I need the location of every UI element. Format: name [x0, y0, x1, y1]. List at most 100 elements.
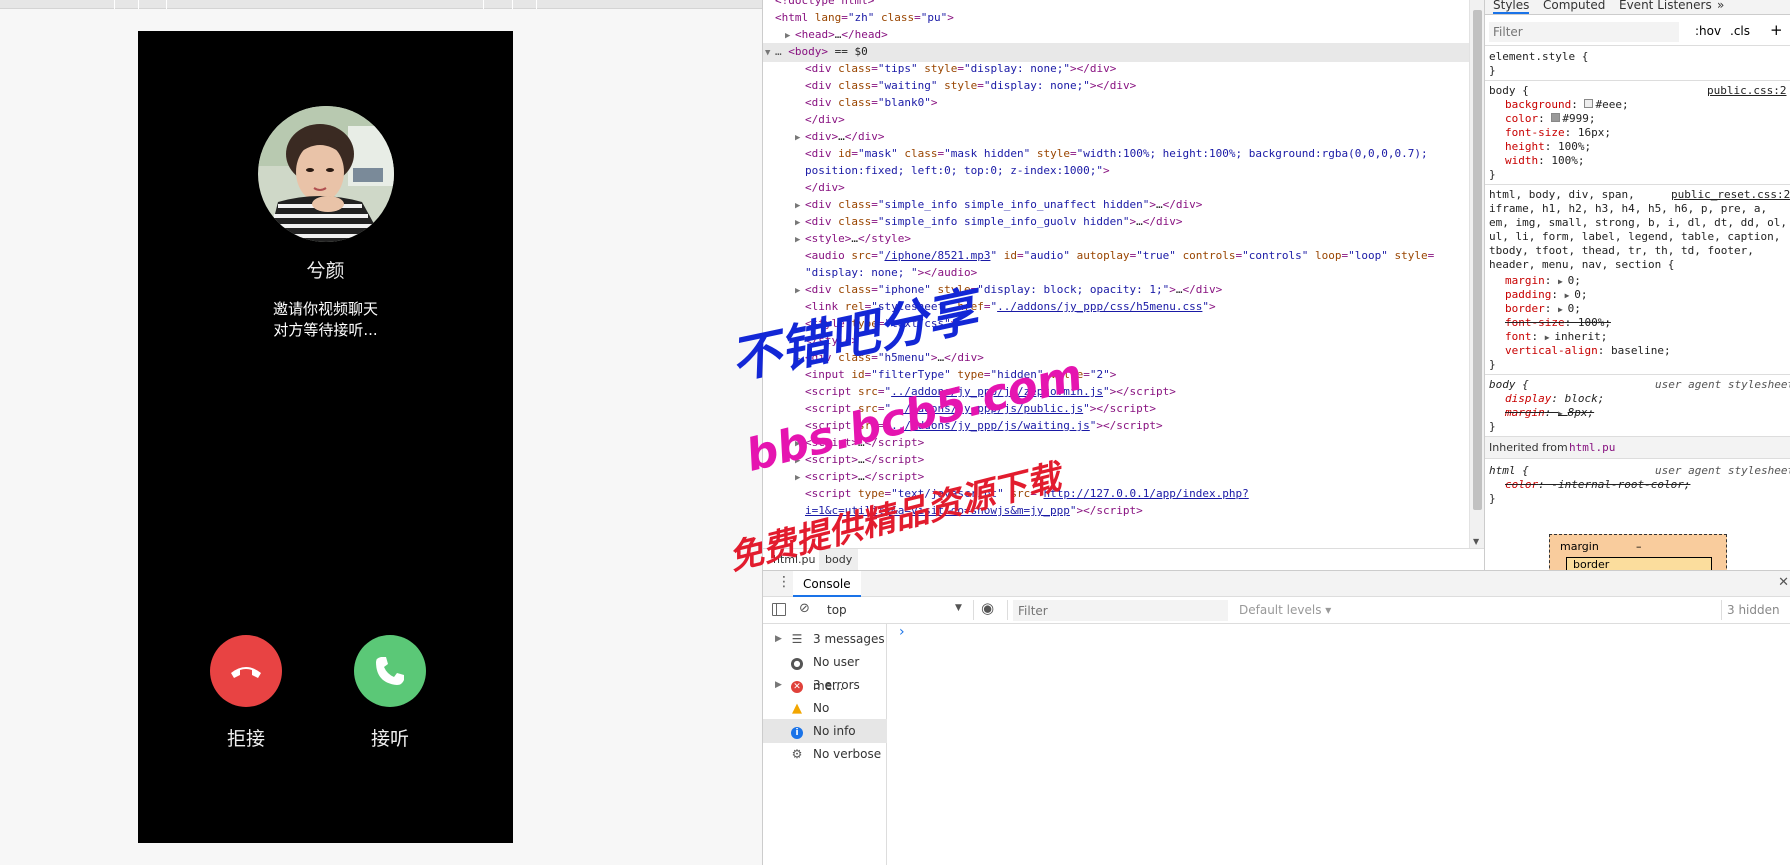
warning-icon: ▲: [792, 701, 802, 716]
tab-styles[interactable]: Styles: [1493, 0, 1530, 14]
tab-more[interactable]: »: [1717, 0, 1724, 12]
ua-stylesheet-label: user agent stylesheet: [1655, 378, 1790, 391]
dom-node-line[interactable]: </div>: [763, 111, 1475, 128]
rule-reset-selector: tbody, tfoot, thead, tr, th, td, footer,: [1489, 244, 1754, 257]
top-ruler-bar: [0, 0, 762, 9]
user-icon: ●: [789, 650, 805, 674]
css-property: height: 100%;: [1505, 140, 1592, 153]
hang-up-icon: [231, 667, 261, 678]
css-property: font: ▶ inherit;: [1505, 330, 1608, 343]
css-property: width: 100%;: [1505, 154, 1585, 167]
info-icon: i: [789, 719, 805, 743]
box-margin-value: –: [1636, 540, 1642, 553]
cls-toggle[interactable]: .cls: [1730, 24, 1750, 38]
invite-message: 邀请你视频聊天 对方等待接听...: [138, 299, 513, 341]
rule-close: }: [1489, 358, 1496, 371]
rule-ua-body-selector: body {: [1489, 378, 1529, 391]
console-filter-info[interactable]: i No info: [763, 719, 887, 743]
hov-toggle[interactable]: :hov: [1695, 24, 1721, 38]
console-drawer-header: ⋮ Console ✕: [763, 570, 1790, 597]
decline-call-button[interactable]: [210, 635, 282, 707]
dom-node-line[interactable]: </div>: [763, 179, 1475, 196]
invite-line-1: 邀请你视频聊天: [272, 300, 378, 318]
dom-node-line[interactable]: position:fixed; left:0; top:0; z-index:1…: [763, 162, 1475, 179]
context-selector[interactable]: top: [827, 603, 847, 617]
console-prompt[interactable]: ›: [899, 624, 905, 640]
console-filter-label: No verbose: [813, 747, 882, 761]
rule-reset-selector: em, img, small, strong, b, i, dl, dt, dd…: [1489, 216, 1788, 229]
console-filter-error[interactable]: ▶ ✕ 3 errors: [763, 673, 887, 697]
console-filter-list[interactable]: ▶ ☰ 3 messages: [763, 627, 887, 651]
dom-node-line[interactable]: <input id="filterType" type="hidden" val…: [763, 366, 1475, 383]
rule-ua-html-selector: html {: [1489, 464, 1529, 477]
rule-reset-source: public_reset.css:2: [1671, 188, 1790, 201]
css-property: vertical-align: baseline;: [1505, 344, 1671, 357]
breadcrumb: html.pu body: [763, 548, 1484, 570]
invite-line-2: 对方等待接听...: [273, 321, 378, 339]
styles-filter-input[interactable]: [1489, 22, 1679, 42]
rule-close: }: [1489, 168, 1496, 181]
caller-name: 兮颜: [306, 260, 345, 282]
css-property: color: -internal-root-color;: [1505, 478, 1691, 491]
elements-scrollbar[interactable]: ▼: [1469, 0, 1484, 548]
rule-reset-selector: iframe, h1, h2, h3, h4, h5, h6, p, pre, …: [1489, 202, 1768, 215]
dom-node-line[interactable]: <div class="tips" style="display: none;"…: [763, 60, 1475, 77]
rule-close: }: [1489, 64, 1496, 77]
rule-close: }: [1489, 420, 1496, 433]
clear-console-icon[interactable]: ⊘: [799, 601, 810, 616]
dom-node-line[interactable]: <!doctype html>: [763, 0, 1475, 9]
inherited-label: Inherited from: [1489, 441, 1568, 454]
css-property: margin: ▶ 0;: [1505, 274, 1581, 287]
console-toolbar: ⊘ top ▼ ◉ Default levels ▾ 3 hidden: [763, 597, 1790, 624]
console-filter-input[interactable]: [1013, 600, 1228, 621]
css-property: color: #999;: [1505, 112, 1596, 125]
list-icon: ☰: [791, 632, 803, 646]
caller-avatar: [258, 106, 394, 242]
accept-label: 接听: [370, 728, 409, 750]
dom-node-line[interactable]: <html lang="zh" class="pu">: [763, 9, 1475, 26]
css-property: border: ▶ 0;: [1505, 302, 1581, 315]
box-margin-label: margin: [1560, 540, 1599, 553]
tab-event-listeners[interactable]: Event Listeners: [1619, 0, 1712, 12]
phone-icon: [376, 657, 404, 685]
ua-stylesheet-label: user agent stylesheet: [1655, 464, 1790, 477]
close-icon[interactable]: ✕: [1778, 575, 1789, 590]
dom-node-line[interactable]: <div class="waiting" style="display: non…: [763, 77, 1475, 94]
rule-close: }: [1489, 492, 1496, 505]
phone-call-screen: 兮颜 邀请你视频聊天 对方等待接听... 拒接 接听: [138, 31, 513, 843]
chevron-down-icon[interactable]: ▼: [955, 603, 962, 613]
drawer-menu-icon[interactable]: ⋮: [777, 574, 791, 590]
new-rule-button[interactable]: +: [1770, 21, 1783, 39]
inherited-from[interactable]: html.pu: [1569, 441, 1615, 454]
box-border-label: border: [1573, 558, 1610, 570]
rule-body-selector: body {: [1489, 84, 1529, 97]
styles-pane: Styles Computed Event Listeners » :hov .…: [1484, 0, 1790, 570]
elements-tree[interactable]: <!doctype html> <html lang="zh" class="pu…: [763, 0, 1484, 548]
css-property: font-size: 100%;: [1505, 316, 1611, 329]
dom-node-line[interactable]: <div id="mask" class="mask hidden" style…: [763, 145, 1475, 162]
dom-node-line[interactable]: <script src="../addons/jy_ppp/js/zepto.m…: [763, 383, 1475, 400]
accept-call-button[interactable]: [354, 635, 426, 707]
console-filter-label: No info: [813, 724, 856, 738]
css-property: margin: ▶ 8px;: [1505, 406, 1595, 419]
tab-computed[interactable]: Computed: [1543, 0, 1605, 12]
box-model: margin – border: [1549, 534, 1727, 570]
dom-node-line[interactable]: <audio src="/iphone/8521.mp3" id="audio"…: [763, 247, 1475, 264]
console-filter-label: 3 messages: [813, 632, 885, 646]
log-levels-dropdown[interactable]: Default levels ▾: [1239, 603, 1331, 617]
live-expression-eye-icon[interactable]: ◉: [981, 599, 994, 617]
console-filter-warning[interactable]: ▲No warnings: [763, 696, 887, 739]
rule-body-source: public.css:2: [1707, 84, 1787, 97]
css-property: font-size: 16px;: [1505, 126, 1611, 139]
tab-console[interactable]: Console: [793, 571, 861, 597]
styles-filter-row: :hov .cls +: [1485, 18, 1790, 46]
dom-node-line[interactable]: "display: none; "></audio>: [763, 264, 1475, 281]
dom-node-line[interactable]: <div class="blank0">: [763, 94, 1475, 111]
css-property: padding: ▶ 0;: [1505, 288, 1588, 301]
sidebar-toggle-icon[interactable]: [772, 603, 786, 616]
console-filter-user[interactable]: ● No user me...: [763, 650, 887, 693]
rule-reset-selector: ul, li, form, label, legend, table, capt…: [1489, 230, 1781, 243]
error-icon: ✕: [789, 673, 805, 697]
console-filter-verbose[interactable]: ⚙ No verbose: [763, 742, 887, 766]
rule-element-style: element.style {: [1489, 50, 1589, 63]
